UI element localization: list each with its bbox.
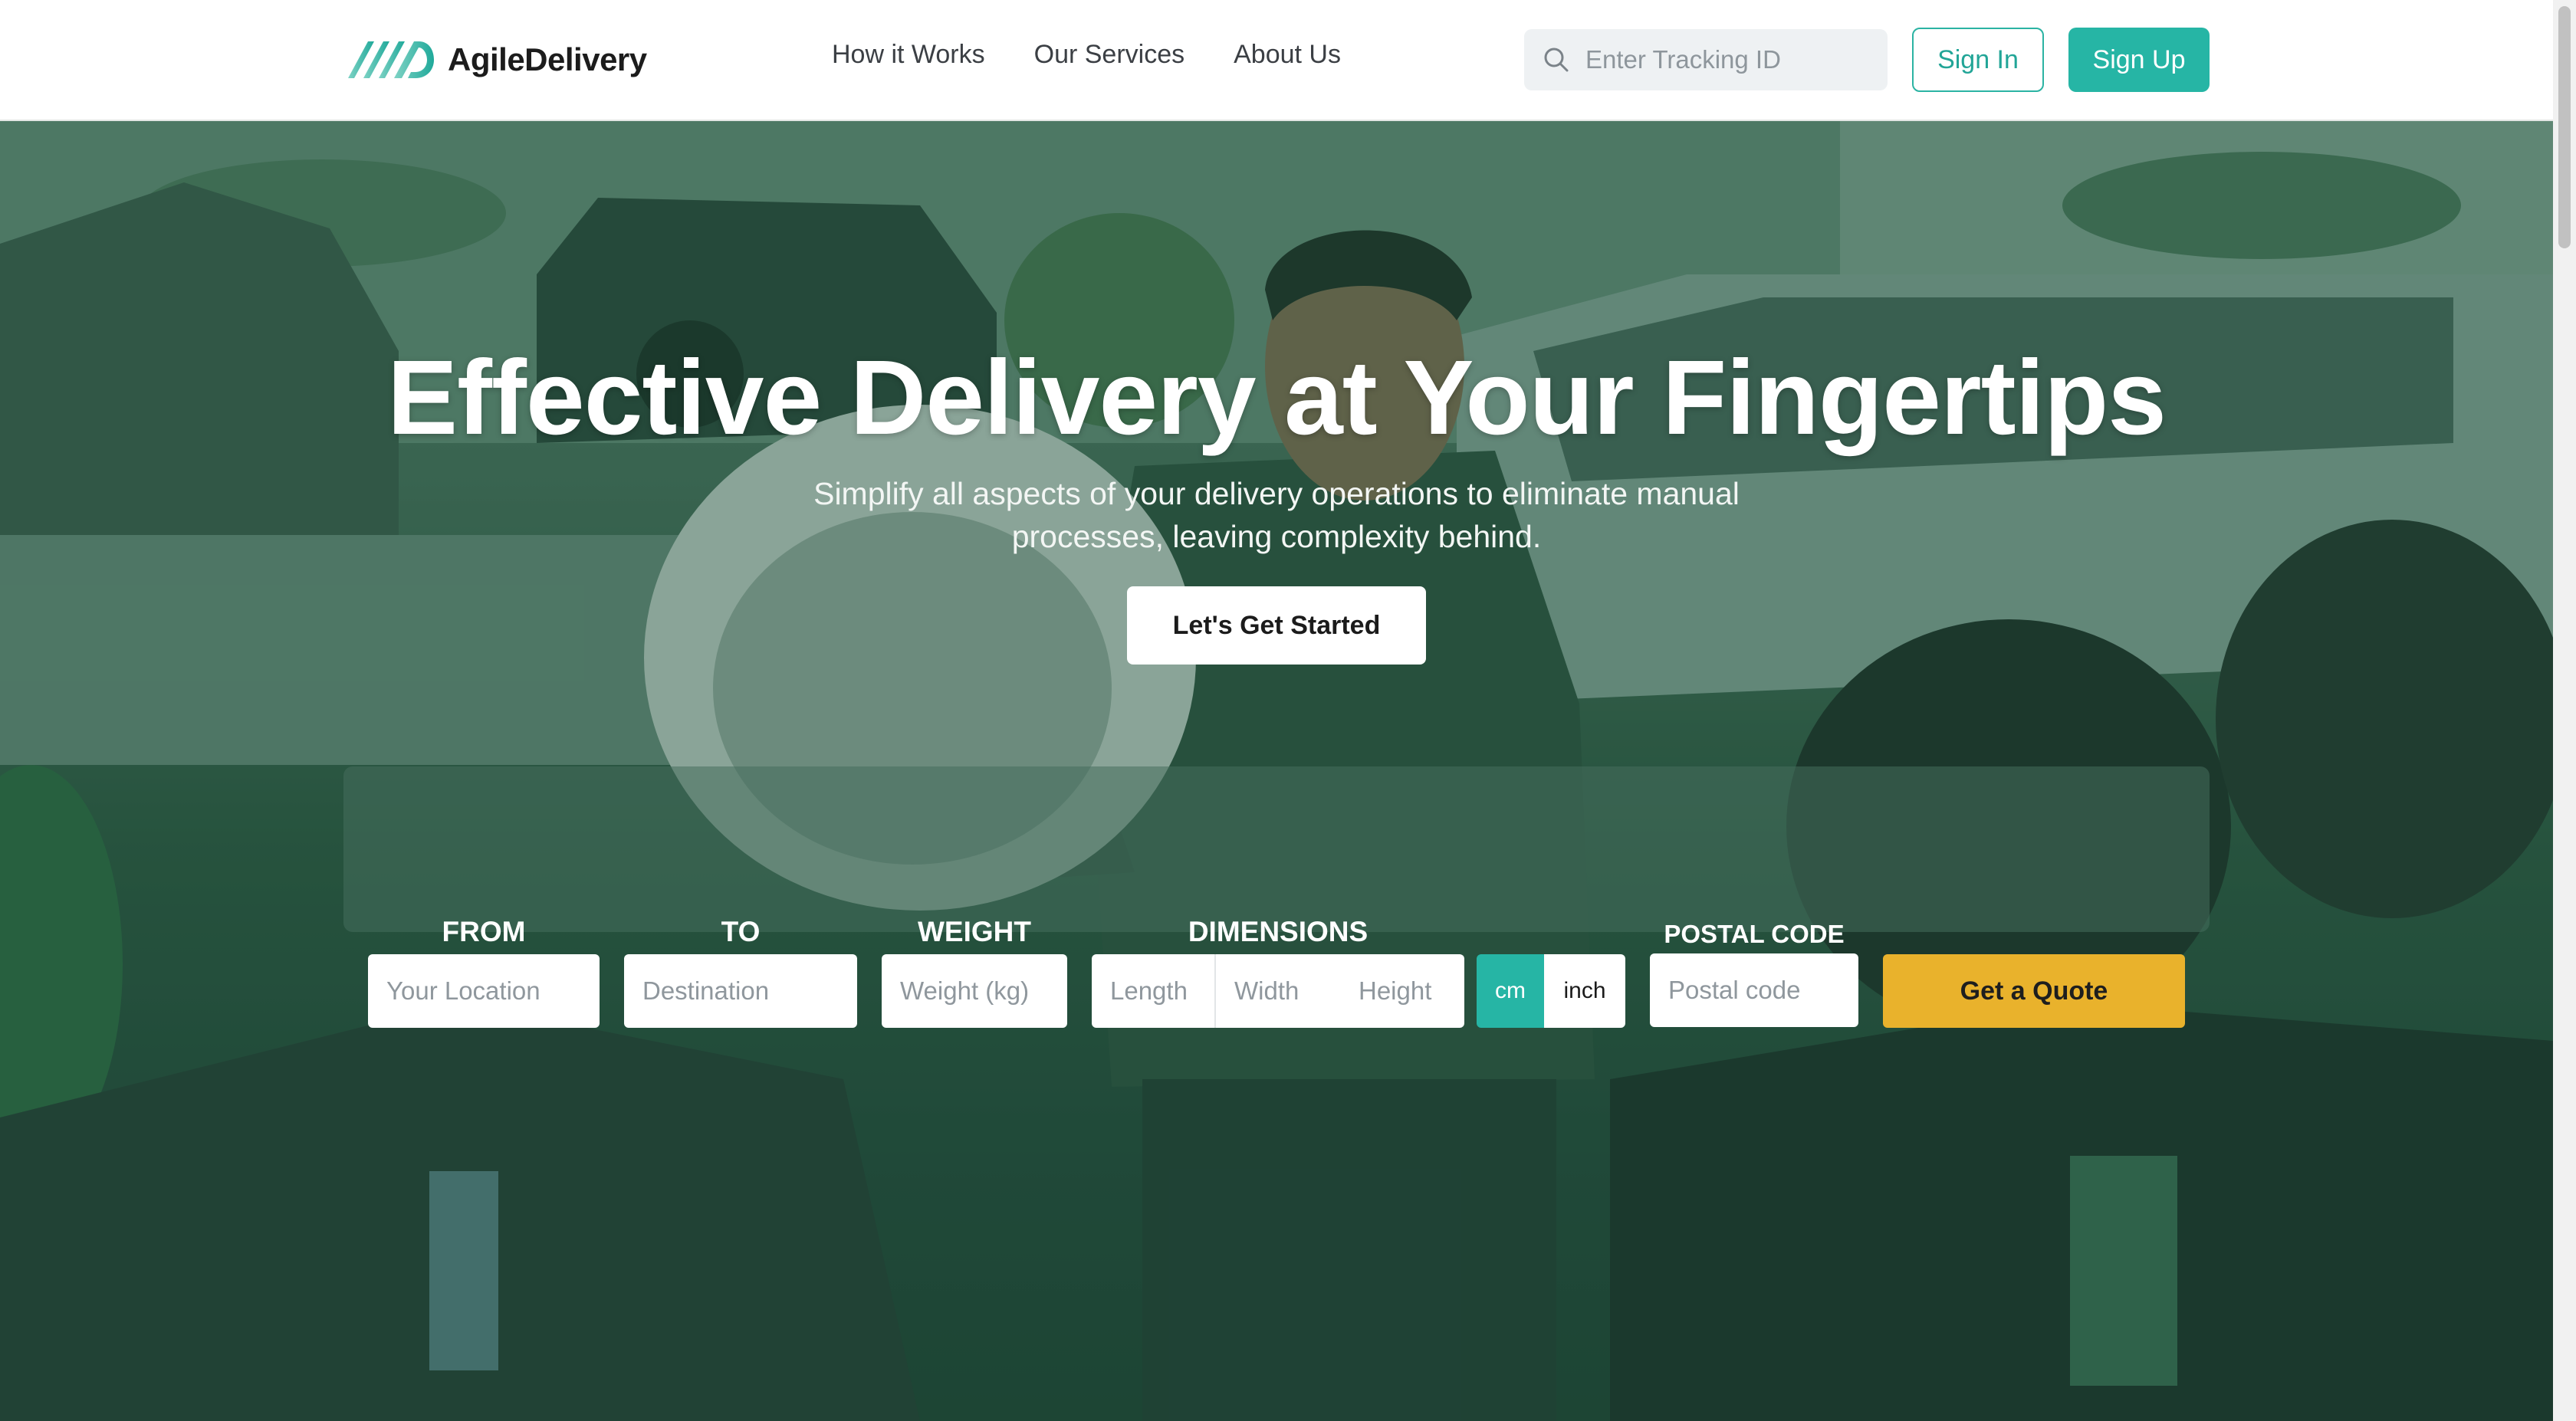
- postal-code-label: POSTAL CODE: [1664, 920, 1845, 948]
- nav-how-it-works[interactable]: How it Works: [832, 40, 985, 70]
- dimensions-label: DIMENSIONS: [1188, 916, 1368, 947]
- length-input[interactable]: [1092, 954, 1216, 1028]
- hero-subtitle: Simplify all aspects of your delivery op…: [813, 476, 1740, 554]
- search-icon: [1544, 48, 1569, 72]
- nav-our-services[interactable]: Our Services: [1034, 40, 1185, 70]
- nav-about-us[interactable]: About Us: [1234, 40, 1341, 70]
- site-header: AgileDelivery How it Works Our Services …: [0, 0, 2553, 121]
- weight-input[interactable]: [882, 954, 1067, 1028]
- from-input[interactable]: [368, 954, 600, 1028]
- weight-label: WEIGHT: [918, 916, 1031, 947]
- unit-cm-toggle[interactable]: cm: [1477, 954, 1544, 1028]
- hero-title: Effective Delivery at Your Fingertips: [387, 339, 2167, 457]
- scrollbar-thumb[interactable]: [2558, 6, 2571, 248]
- tracking-search: [1524, 29, 1888, 90]
- to-label: TO: [721, 916, 761, 947]
- sign-in-button[interactable]: Sign In: [1912, 28, 2044, 92]
- unit-inch-toggle[interactable]: inch: [1544, 954, 1625, 1028]
- from-label: FROM: [442, 916, 526, 947]
- width-input[interactable]: [1216, 954, 1340, 1028]
- quote-form: [343, 766, 2210, 932]
- sign-up-button[interactable]: Sign Up: [2068, 28, 2210, 92]
- dimensions-group: [1092, 954, 1464, 1028]
- brand-logo[interactable]: AgileDelivery: [345, 35, 647, 84]
- get-started-button[interactable]: Let's Get Started: [1127, 586, 1426, 665]
- height-input[interactable]: [1340, 954, 1463, 1028]
- to-input[interactable]: [624, 954, 857, 1028]
- postal-code-input[interactable]: [1650, 953, 1858, 1027]
- logo-icon: [348, 41, 434, 78]
- brand-name: AgileDelivery: [448, 41, 647, 77]
- main-nav: How it Works Our Services About Us: [832, 40, 1341, 70]
- tracking-id-input[interactable]: [1585, 45, 1877, 74]
- get-quote-button[interactable]: Get a Quote: [1883, 954, 2185, 1028]
